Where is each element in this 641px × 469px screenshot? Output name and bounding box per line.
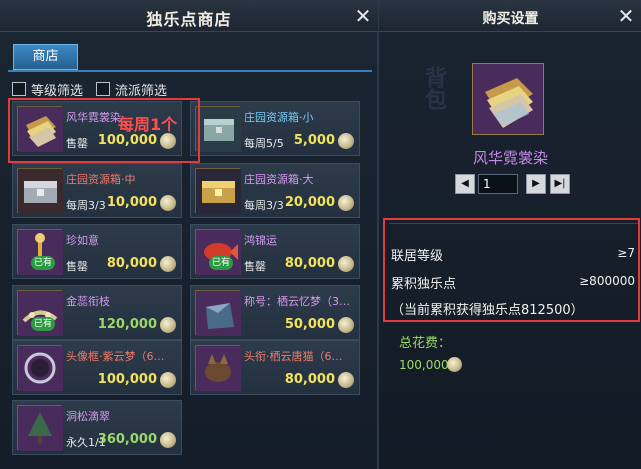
close-icon[interactable]: ✕ (353, 6, 373, 26)
coin-icon (160, 432, 176, 448)
shop-panel: 独乐点商店 ✕ 商店 等级筛选 流派筛选 风华霓裳染 售罄 100,000 庄园资源箱… (0, 0, 378, 469)
item-name: 头衔·栖云唐猫（6… (244, 350, 343, 363)
checkbox-icon[interactable] (96, 82, 110, 96)
item-price: 80,000 (284, 372, 335, 387)
chest-medium-icon (17, 168, 63, 214)
item-stock: 每周3/3 (244, 199, 284, 212)
item-stock: 售罄 (244, 260, 266, 273)
item-stock: 每周5/5 (244, 137, 284, 150)
item-stock: 售罄 (66, 260, 88, 273)
shop-item-card[interactable]: 已有 鸿锦运售罄 80,000 (190, 224, 360, 279)
coin-icon (338, 195, 354, 211)
chest-large-icon (195, 168, 241, 214)
coin-icon (160, 317, 176, 333)
owned-badge: 已有 (31, 317, 55, 331)
total-cost-value: 100,000 (399, 358, 449, 372)
item-price: 80,000 (106, 256, 157, 271)
coin-icon (160, 256, 176, 272)
tab-shop[interactable]: 商店 (13, 44, 78, 70)
item-stock: 每周3/3 (66, 199, 106, 212)
quantity-input[interactable] (478, 174, 518, 194)
coin-icon (447, 357, 462, 372)
checkbox-icon[interactable] (12, 82, 26, 96)
coin-icon (338, 372, 354, 388)
shop-item-card[interactable]: 已有 金蕊衔枝 120,000 (12, 285, 182, 340)
item-price: 360,000 (97, 432, 157, 447)
item-price: 10,000 (106, 195, 157, 210)
item-name: 鸿锦运 (244, 234, 277, 247)
item-price: 20,000 (284, 195, 335, 210)
school-filter[interactable]: 流派筛选 (96, 80, 168, 99)
close-icon[interactable]: ✕ (616, 6, 636, 26)
item-price: 50,000 (284, 317, 335, 332)
shop-item-card[interactable]: 庄园资源箱·小 每周5/5 5,000 (190, 101, 360, 156)
item-name: 洞松滴翠 (66, 410, 110, 423)
selected-item-name: 风华霓裳染 (472, 149, 548, 167)
coin-icon (338, 317, 354, 333)
item-name: 珍如意 (66, 234, 99, 247)
shop-item-card[interactable]: 头像框·紫云梦（6… 100,000 (12, 340, 182, 395)
shop-item-card[interactable]: 庄园资源箱·大 每周3/3 20,000 (190, 163, 360, 218)
item-name: 头像框·紫云梦（6… (66, 350, 165, 363)
item-price: 100,000 (97, 372, 157, 387)
annotation-box (383, 218, 640, 322)
shop-item-card[interactable]: 庄园资源箱·中 每周3/3 10,000 (12, 163, 182, 218)
pine-icon (17, 405, 63, 451)
item-name: 庄园资源箱·中 (66, 173, 136, 186)
coin-icon (338, 133, 354, 149)
max-button[interactable]: ▶| (550, 174, 570, 194)
title-bag-icon (195, 290, 241, 336)
cat-icon (195, 345, 241, 391)
item-name: 称号：栖云忆梦（3… (244, 295, 350, 308)
shop-title: 独乐点商店 (146, 10, 232, 29)
background-decoration: 背包 (421, 66, 446, 110)
item-name: 庄园资源箱·大 (244, 173, 314, 186)
item-price: 80,000 (284, 256, 335, 271)
selected-item-icon (472, 63, 544, 135)
shop-item-card[interactable]: 头衔·栖云唐猫（6… 80,000 (190, 340, 360, 395)
item-name: 庄园资源箱·小 (244, 111, 314, 124)
item-price: 120,000 (97, 317, 157, 332)
decrease-button[interactable]: ◀ (455, 174, 475, 194)
level-filter-label: 等级筛选 (31, 83, 84, 99)
coin-icon (338, 256, 354, 272)
chest-small-icon (195, 106, 241, 152)
item-price: 5,000 (293, 133, 335, 148)
coin-icon (160, 372, 176, 388)
avatar-frame-icon (17, 345, 63, 391)
annotation-text: 每周1个 (118, 115, 178, 134)
owned-badge: 已有 (209, 256, 233, 270)
coin-icon (160, 195, 176, 211)
school-filter-label: 流派筛选 (115, 83, 168, 99)
owned-badge: 已有 (31, 256, 55, 270)
level-filter[interactable]: 等级筛选 (12, 80, 84, 99)
total-cost-label: 总花费： (399, 336, 452, 351)
purchase-title: 购买设置 (482, 11, 539, 27)
tab-underline (8, 70, 372, 72)
shop-item-card[interactable]: 已有 珍如意售罄 80,000 (12, 224, 182, 279)
shop-item-card[interactable]: 称号：栖云忆梦（3… 50,000 (190, 285, 360, 340)
purchase-header: 购买设置 ✕ (379, 0, 641, 32)
shop-header: 独乐点商店 ✕ (0, 0, 378, 32)
item-name: 金蕊衔枝 (66, 295, 110, 308)
shop-item-card[interactable]: 洞松滴翠 永久1/1 360,000 (12, 400, 182, 455)
increase-button[interactable]: ▶ (526, 174, 546, 194)
purchase-panel: 购买设置 ✕ 背包 风华霓裳染 ◀ ▶ ▶| 联居等级 ≥7 累积独乐点 ≥80… (378, 0, 641, 469)
